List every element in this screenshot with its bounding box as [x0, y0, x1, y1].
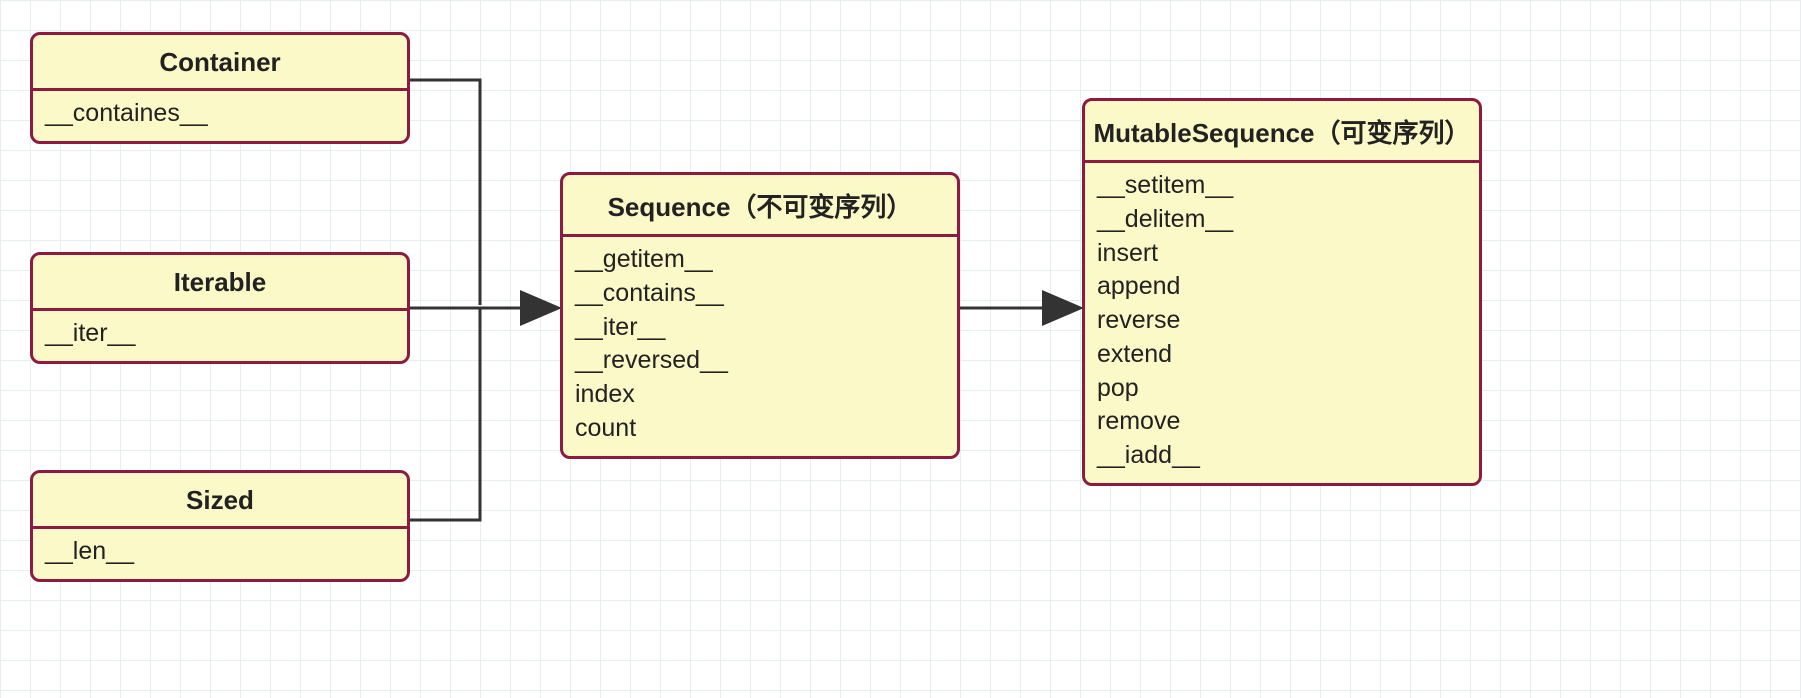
- method-item: __contains__: [575, 277, 945, 311]
- method-item: __iter__: [575, 311, 945, 345]
- class-box-container: Container __containes__: [30, 32, 410, 144]
- method-item: index: [575, 378, 945, 412]
- class-title-iterable: Iterable: [33, 255, 407, 311]
- class-body-mutable: __setitem__ __delitem__ insert append re…: [1085, 163, 1479, 483]
- class-body-iterable: __iter__: [33, 311, 407, 361]
- method-item: __iadd__: [1097, 439, 1467, 473]
- class-body-container: __containes__: [33, 91, 407, 141]
- class-title-container: Container: [33, 35, 407, 91]
- method-item: __containes__: [45, 97, 395, 131]
- class-title-sequence: Sequence（不可变序列）: [563, 175, 957, 237]
- class-body-sequence: __getitem__ __contains__ __iter__ __reve…: [563, 237, 957, 456]
- class-title-sized: Sized: [33, 473, 407, 529]
- class-box-iterable: Iterable __iter__: [30, 252, 410, 364]
- class-body-sized: __len__: [33, 529, 407, 579]
- method-item: remove: [1097, 405, 1467, 439]
- class-box-mutable: MutableSequence（可变序列） __setitem__ __deli…: [1082, 98, 1482, 486]
- method-item: __iter__: [45, 317, 395, 351]
- class-box-sized: Sized __len__: [30, 470, 410, 582]
- method-item: __delitem__: [1097, 203, 1467, 237]
- method-item: extend: [1097, 338, 1467, 372]
- method-item: __setitem__: [1097, 169, 1467, 203]
- method-item: __len__: [45, 535, 395, 569]
- method-item: pop: [1097, 372, 1467, 406]
- class-box-sequence: Sequence（不可变序列） __getitem__ __contains__…: [560, 172, 960, 459]
- class-title-mutable: MutableSequence（可变序列）: [1085, 101, 1479, 163]
- method-item: reverse: [1097, 304, 1467, 338]
- method-item: __reversed__: [575, 344, 945, 378]
- method-item: count: [575, 412, 945, 446]
- method-item: insert: [1097, 237, 1467, 271]
- method-item: append: [1097, 270, 1467, 304]
- method-item: __getitem__: [575, 243, 945, 277]
